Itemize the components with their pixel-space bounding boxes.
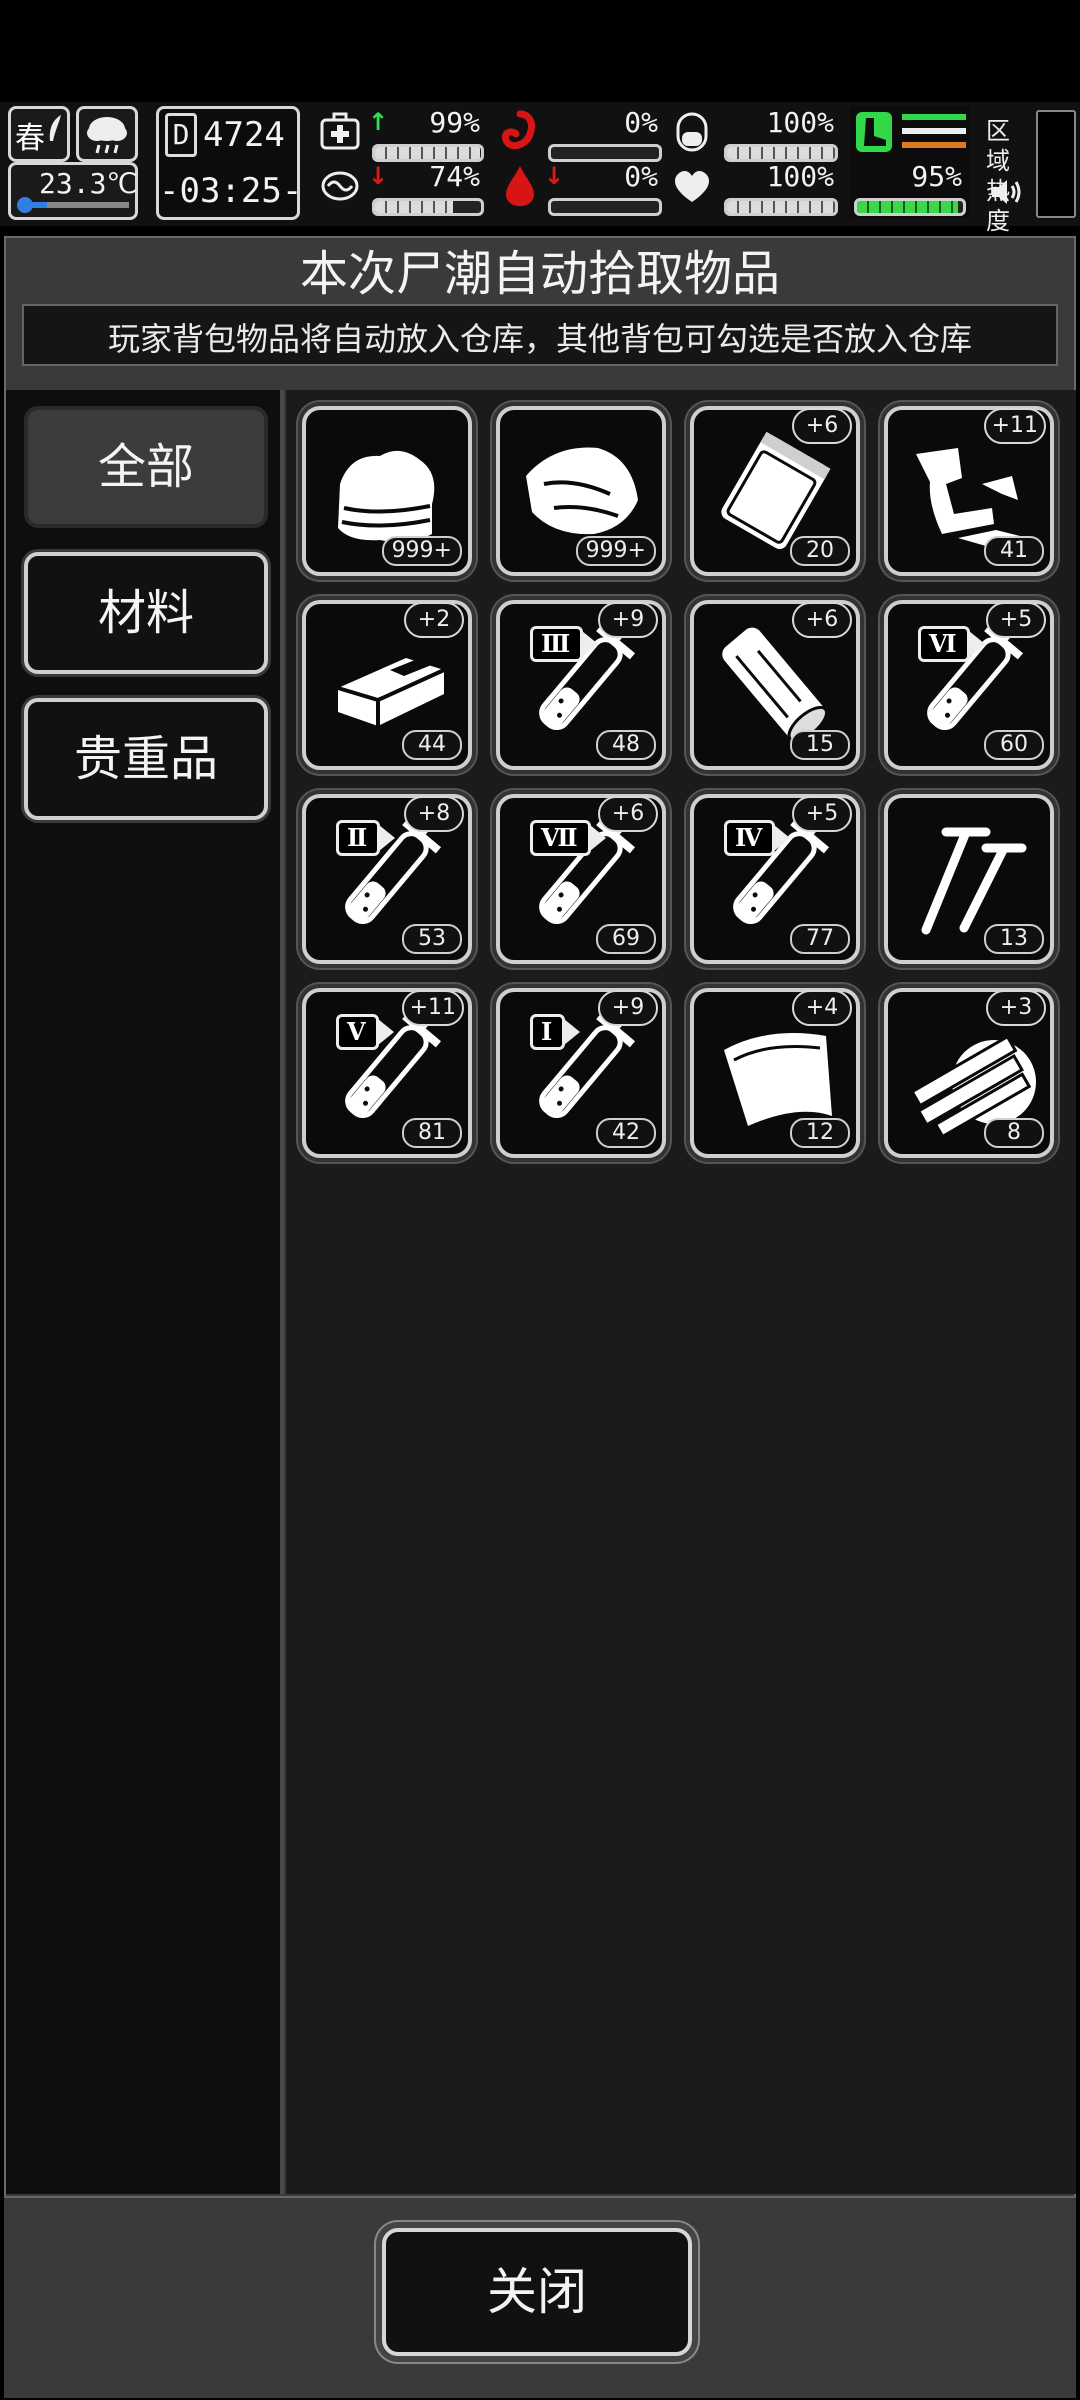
tab-all[interactable]: 全部 bbox=[24, 406, 268, 528]
clock-time: -03:25- bbox=[159, 171, 303, 211]
category-sidebar: 全部 材料 贵重品 bbox=[6, 390, 284, 2194]
item-grid: 999+ 999+ +6 20 +11 41 +2 44 Ⅲ +9 48 +6 15 Ⅵ +5 60 Ⅱ +8 53… bbox=[286, 390, 1076, 2194]
temperature-box: 23.3℃ bbox=[8, 162, 138, 220]
day-counter: 4724 bbox=[203, 115, 285, 155]
item-slot[interactable]: Ⅲ +9 48 bbox=[496, 600, 666, 770]
weather-icon-box[interactable] bbox=[76, 106, 138, 162]
close-button[interactable]: 关闭 bbox=[382, 2228, 692, 2356]
item-slot[interactable]: Ⅰ +9 42 bbox=[496, 988, 666, 1158]
tier-badge: Ⅵ bbox=[918, 626, 985, 662]
item-count: 41 bbox=[984, 536, 1044, 566]
status-bar: 春 23.3℃ D 4724 -03:25- ↑ 99% ↓ 74% 0% ↓ … bbox=[0, 102, 1080, 235]
item-slot[interactable]: +3 8 bbox=[884, 988, 1054, 1158]
item-count: 69 bbox=[596, 924, 656, 954]
item-slot[interactable]: Ⅳ +5 77 bbox=[690, 794, 860, 964]
item-slot[interactable]: 13 bbox=[884, 794, 1054, 964]
bonus-bubble: +6 bbox=[792, 408, 852, 444]
thermometer-icon bbox=[17, 197, 129, 213]
tier-badge: Ⅱ bbox=[336, 820, 396, 856]
bonus-bubble: +6 bbox=[792, 602, 852, 638]
tab-valuables[interactable]: 贵重品 bbox=[24, 698, 268, 820]
bonus-bubble: +9 bbox=[598, 990, 658, 1026]
health-up-arrow: ↑ bbox=[368, 108, 389, 136]
sanity-down-arrow: ↓ bbox=[368, 162, 389, 190]
day-time-box: D 4724 -03:25- bbox=[156, 106, 303, 220]
dialog-subtitle: 玩家背包物品将自动放入仓库，其他背包可勾选是否放入仓库 bbox=[107, 320, 972, 358]
item-slot[interactable]: +6 20 bbox=[690, 406, 860, 576]
heart-icon bbox=[674, 170, 710, 202]
bonus-bubble: +11 bbox=[401, 990, 464, 1026]
blood-drop-icon bbox=[506, 166, 534, 206]
medkit-icon bbox=[320, 112, 360, 150]
item-count: 999+ bbox=[381, 536, 462, 566]
season-badge: 春 bbox=[8, 106, 70, 162]
season-label: 春 bbox=[15, 121, 45, 156]
item-slot[interactable]: 999+ bbox=[496, 406, 666, 576]
mood-value: 100% bbox=[766, 160, 834, 193]
bonus-bubble: +9 bbox=[598, 602, 658, 638]
item-count: 60 bbox=[984, 730, 1044, 760]
bonus-bubble: +2 bbox=[404, 602, 464, 638]
brain-icon bbox=[321, 171, 359, 201]
item-slot[interactable]: Ⅵ +5 60 bbox=[884, 600, 1054, 770]
bleed-bar bbox=[548, 198, 662, 216]
item-count: 81 bbox=[402, 1118, 462, 1148]
sanity-bar bbox=[372, 198, 484, 216]
item-slot[interactable]: Ⅶ +6 69 bbox=[496, 794, 666, 964]
bonus-bubble: +6 bbox=[598, 796, 658, 832]
dialog-title: 本次尸潮自动拾取物品 bbox=[299, 246, 780, 302]
bonus-bubble: +11 bbox=[983, 408, 1046, 444]
hunger-value: 0% bbox=[624, 106, 658, 139]
item-slot[interactable]: +6 15 bbox=[690, 600, 860, 770]
item-count: 48 bbox=[596, 730, 656, 760]
bonus-bubble: +4 bbox=[792, 990, 852, 1026]
tier-badge: Ⅰ bbox=[530, 1014, 581, 1050]
item-count: 44 bbox=[402, 730, 462, 760]
leg-status-box: 95% bbox=[850, 106, 970, 218]
item-count: 53 bbox=[402, 924, 462, 954]
tier-badge: Ⅳ bbox=[724, 820, 791, 856]
item-slot[interactable]: +4 12 bbox=[690, 988, 860, 1158]
bonus-bubble: +5 bbox=[986, 602, 1046, 638]
item-slot[interactable]: +2 44 bbox=[302, 600, 472, 770]
item-slot[interactable]: +11 41 bbox=[884, 406, 1054, 576]
leg-value: 95% bbox=[911, 160, 962, 193]
leg-bar bbox=[854, 198, 966, 216]
tier-badge: Ⅴ bbox=[336, 1014, 394, 1050]
item-count: 15 bbox=[790, 730, 850, 760]
item-slot[interactable]: 999+ bbox=[302, 406, 472, 576]
speaker-icon[interactable] bbox=[988, 176, 1024, 208]
feather-icon bbox=[49, 115, 61, 141]
item-count: 999+ bbox=[575, 536, 656, 566]
item-slot[interactable]: Ⅴ +11 81 bbox=[302, 988, 472, 1158]
bleed-down-arrow: ↓ bbox=[544, 162, 565, 190]
day-prefix: D bbox=[165, 113, 197, 157]
item-count: 8 bbox=[984, 1118, 1044, 1148]
rain-cloud-icon bbox=[87, 117, 127, 154]
item-slot[interactable]: Ⅱ +8 53 bbox=[302, 794, 472, 964]
item-count: 13 bbox=[984, 924, 1044, 954]
tab-materials[interactable]: 材料 bbox=[24, 552, 268, 674]
stamina-value: 100% bbox=[766, 106, 834, 139]
tier-badge: Ⅶ bbox=[530, 820, 606, 856]
region-heat-meter bbox=[1036, 110, 1076, 218]
bonus-bubble: +5 bbox=[792, 796, 852, 832]
bleed-value: 0% bbox=[624, 160, 658, 193]
stamina-capsule-icon bbox=[676, 112, 708, 152]
item-count: 12 bbox=[790, 1118, 850, 1148]
boot-icon bbox=[856, 112, 892, 152]
mood-bar bbox=[724, 198, 838, 216]
tier-badge: Ⅲ bbox=[530, 626, 599, 662]
health-value: 99% bbox=[429, 106, 480, 139]
stomach-icon bbox=[501, 110, 536, 150]
bonus-bubble: +3 bbox=[986, 990, 1046, 1026]
sanity-value: 74% bbox=[429, 160, 480, 193]
item-count: 77 bbox=[790, 924, 850, 954]
bonus-bubble: +8 bbox=[404, 796, 464, 832]
item-count: 42 bbox=[596, 1118, 656, 1148]
item-count: 20 bbox=[790, 536, 850, 566]
